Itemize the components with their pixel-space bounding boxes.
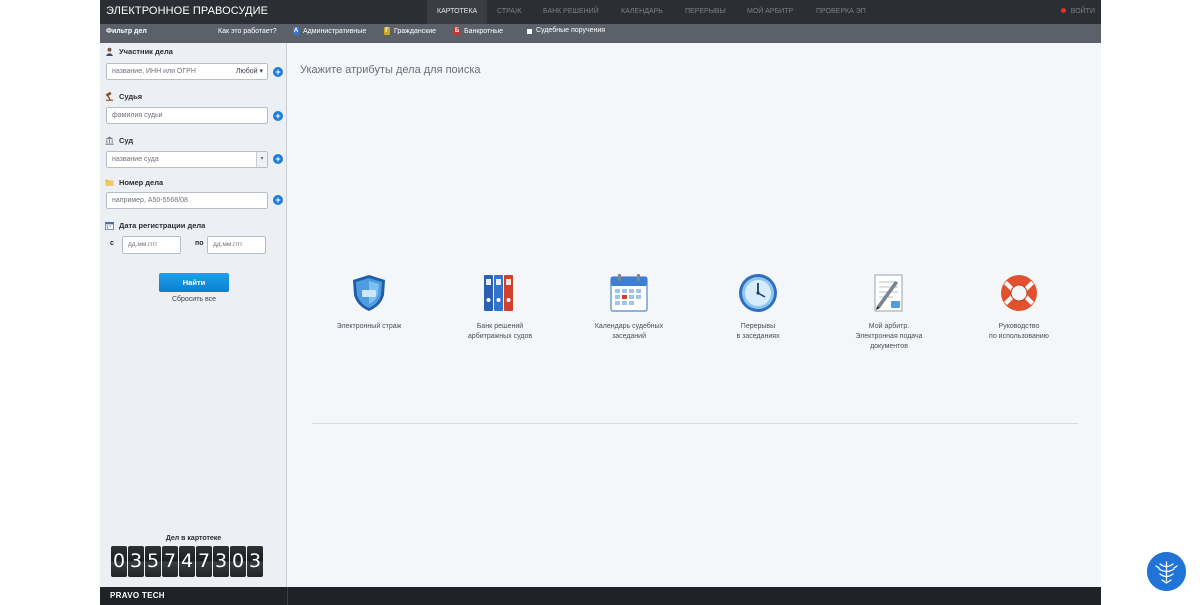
service-my-arbiter[interactable]: Мой арбитр. Электронная подача документов [834,273,944,352]
footer-bar: PRAVO TECH [100,587,1101,605]
nav-moy-arbitr[interactable]: МОЙ АРБИТР [737,0,803,24]
nav-strazh[interactable]: СТРАЖ [487,0,531,24]
counter-digit: 5 [145,546,161,577]
counter-digit: 3 [247,546,263,577]
nav-bank-resheniy[interactable]: БАНК РЕШЕНИЙ [533,0,609,24]
filter-bankruptcy[interactable]: Б Банкротные [454,27,503,35]
site-title[interactable]: ЭЛЕКТРОННОЕ ПРАВОСУДИЕ [106,5,268,17]
court-orders-icon [527,28,532,34]
shield-icon [349,273,389,313]
top-navigation: ЭЛЕКТРОННОЕ ПРАВОСУДИЕ КАРТОТЕКА СТРАЖ Б… [100,0,1101,24]
counter-digit: 4 [179,546,195,577]
court-label: Суд [105,136,133,145]
judge-label: Судья [105,92,142,101]
reset-all-link[interactable]: Сбросить все [159,296,229,303]
service-user-guide[interactable]: Руководство по использованию [964,273,1074,342]
footer-divider [287,587,288,605]
login-dot-icon [1060,7,1066,13]
nav-calendar[interactable]: КАЛЕНДАРЬ [611,0,673,24]
date-to-input[interactable]: дд.мм.гггг [207,236,266,254]
add-case-number-button[interactable]: + [273,195,283,205]
add-participant-button[interactable]: + [273,67,283,77]
chevron-down-icon: ▾ [259,68,263,75]
case-counter: 0 3 5 7 4 7 3 0 3 [111,546,263,577]
folder-icon [105,179,114,186]
civil-icon: Г [384,27,390,35]
participant-input[interactable]: название, ИНН или ОГРН Любой ▾ [106,63,268,80]
dropdown-arrow-icon[interactable]: ▾ [256,152,267,167]
counter-digit: 0 [230,546,246,577]
add-court-button[interactable]: + [273,154,283,164]
lifebuoy-icon [999,273,1039,313]
document-pen-icon [869,273,909,313]
main-panel: Укажите атрибуты дела для поиска Электро… [288,43,1101,587]
counter-digit: 7 [162,546,178,577]
date-to-label: по [195,240,204,247]
case-number-label: Номер дела [105,178,163,187]
app-frame: ЭЛЕКТРОННОЕ ПРАВОСУДИЕ КАРТОТЕКА СТРАЖ Б… [100,0,1101,605]
filter-administrative[interactable]: A Административные [293,27,366,35]
courthouse-icon [105,136,114,145]
counter-digit: 0 [111,546,127,577]
service-court-calendar[interactable]: Календарь судебных заседаний [574,273,684,342]
filter-bar: Фильтр дел Как это работает? A Администра… [100,24,1101,43]
emblem-icon[interactable] [1147,552,1186,591]
service-decisions-bank[interactable]: Банк решений арбитражных судов [445,273,555,342]
person-icon [105,47,114,56]
bankruptcy-icon: Б [454,27,460,35]
case-number-input[interactable]: например, А50-5568/08 [106,192,268,209]
how-it-works-link[interactable]: Как это работает? [218,28,277,35]
counter-digit: 7 [196,546,212,577]
search-hint-title: Укажите атрибуты дела для поиска [300,64,481,76]
court-select[interactable]: название суда ▾ [106,151,268,168]
service-electronic-guard[interactable]: Электронный страж [314,273,424,332]
binders-icon [480,273,520,313]
clock-icon [738,273,778,313]
participant-label: Участник дела [105,47,173,56]
calendar-small-icon [105,221,114,230]
date-from-label: с [110,240,114,247]
nav-kartoteka[interactable]: КАРТОТЕКА [427,0,488,24]
counter-digit: 3 [128,546,144,577]
add-judge-button[interactable]: + [273,111,283,121]
calendar-icon [609,273,649,313]
registration-date-label: Дата регистрации дела [105,221,205,230]
content-divider [312,423,1078,424]
pravo-tech-logo[interactable]: PRAVO TECH [110,591,165,600]
filter-civil[interactable]: Г Гражданские [384,27,436,35]
filter-sidebar: Участник дела название, ИНН или ОГРН Люб… [100,43,287,587]
administrative-icon: A [293,27,299,35]
case-counter-label: Дел в картотеке [165,535,222,542]
nav-pereryvy[interactable]: ПЕРЕРЫВЫ [675,0,736,24]
participant-mode-select[interactable]: Любой ▾ [236,64,263,79]
login-link[interactable]: ВОЙТИ [1060,0,1095,24]
judge-input[interactable]: фамилия судьи [106,107,268,124]
gavel-icon [105,92,114,101]
nav-proverka-ep[interactable]: ПРОВЕРКА ЭП [806,0,876,24]
date-from-input[interactable]: дд.мм.гггг [122,236,181,254]
filter-title: Фильтр дел [106,28,147,35]
find-button[interactable]: Найти [159,273,229,292]
service-breaks[interactable]: Перерывы в заседаниях [703,273,813,342]
filter-court-orders[interactable]: Судебные поручения [527,27,605,34]
counter-digit: 3 [213,546,229,577]
